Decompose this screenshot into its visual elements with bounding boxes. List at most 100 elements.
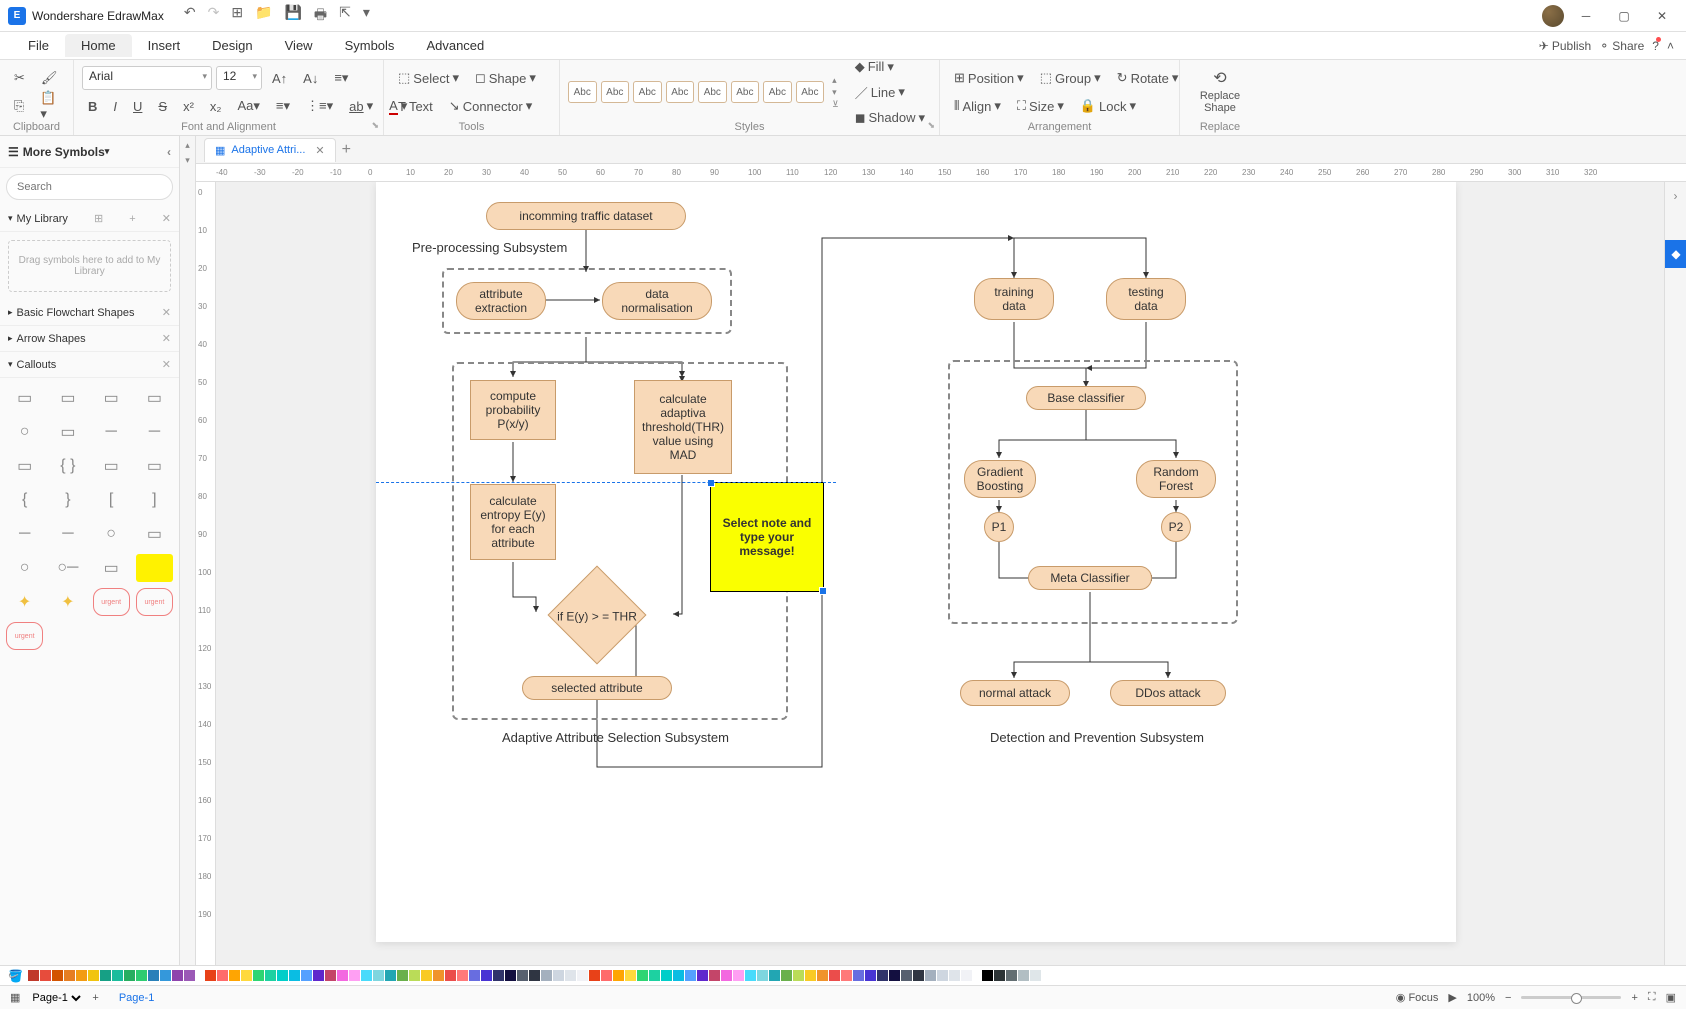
callout-shape[interactable]: ▭: [136, 452, 173, 480]
color-swatch[interactable]: [205, 970, 216, 981]
color-swatch[interactable]: [994, 970, 1005, 981]
style-down-icon[interactable]: ▾: [832, 87, 839, 98]
color-swatch[interactable]: [577, 970, 588, 981]
style-preset-3[interactable]: Abc: [633, 81, 662, 103]
add-page-icon[interactable]: +: [92, 992, 98, 1004]
color-swatch[interactable]: [217, 970, 228, 981]
callout-shape[interactable]: ▭: [93, 452, 130, 480]
color-swatch[interactable]: [313, 970, 324, 981]
color-swatch[interactable]: [529, 970, 540, 981]
callout-pill-shape[interactable]: urgent: [93, 588, 130, 616]
callout-shape[interactable]: ─: [6, 520, 43, 548]
section-basic-flowchart[interactable]: ▸Basic Flowchart Shapes ✕: [0, 300, 179, 326]
focus-button[interactable]: ◉ Focus: [1396, 991, 1439, 1004]
color-swatch[interactable]: [553, 970, 564, 981]
collapse-panel-icon[interactable]: ‹: [167, 145, 171, 159]
callout-shape[interactable]: ]: [136, 486, 173, 514]
color-swatch[interactable]: [301, 970, 312, 981]
callout-shape[interactable]: }: [49, 486, 86, 514]
styles-dialog-launcher[interactable]: ⬊: [927, 120, 935, 131]
color-swatch[interactable]: [637, 970, 648, 981]
pages-icon[interactable]: ▦: [10, 991, 20, 1004]
decrease-font-icon[interactable]: A↓: [297, 68, 324, 89]
callout-shape[interactable]: ▭: [136, 520, 173, 548]
callout-shape[interactable]: ○: [6, 554, 43, 582]
color-swatch[interactable]: [184, 970, 195, 981]
highlight-icon[interactable]: ab▾: [343, 95, 379, 117]
color-swatch[interactable]: [937, 970, 948, 981]
callout-shape[interactable]: {: [6, 486, 43, 514]
style-preset-6[interactable]: Abc: [731, 81, 760, 103]
color-swatch[interactable]: [982, 970, 993, 981]
node-selected-attribute[interactable]: selected attribute: [522, 676, 672, 700]
section-callouts[interactable]: ▾Callouts ✕: [0, 352, 179, 378]
callout-shape[interactable]: ▭: [6, 384, 43, 412]
node-attribute-extraction[interactable]: attribute extraction: [456, 282, 546, 320]
font-size-select[interactable]: 12: [216, 66, 262, 90]
callout-shape[interactable]: ○: [6, 418, 43, 446]
new-icon[interactable]: ⊞: [231, 4, 243, 28]
zoom-out-icon[interactable]: −: [1505, 992, 1511, 1004]
open-icon[interactable]: 📁: [255, 4, 272, 28]
callout-shape[interactable]: ─: [93, 418, 130, 446]
close-button[interactable]: ✕: [1646, 0, 1678, 32]
color-swatch[interactable]: [409, 970, 420, 981]
lock-button[interactable]: 🔒 Lock▾: [1074, 95, 1142, 117]
qat-more-icon[interactable]: ▾: [363, 4, 370, 28]
node-compute-probability[interactable]: compute probability P(x/y): [470, 380, 556, 440]
color-swatch[interactable]: [649, 970, 660, 981]
color-swatch[interactable]: [565, 970, 576, 981]
callout-shape[interactable]: ▭: [136, 384, 173, 412]
color-swatch[interactable]: [100, 970, 111, 981]
line-spacing-icon[interactable]: ≡▾: [270, 95, 296, 117]
color-swatch[interactable]: [373, 970, 384, 981]
fullscreen-icon[interactable]: ▣: [1666, 991, 1676, 1004]
color-swatch[interactable]: [625, 970, 636, 981]
color-swatch[interactable]: [172, 970, 183, 981]
color-swatch[interactable]: [40, 970, 51, 981]
zoom-in-icon[interactable]: +: [1631, 992, 1637, 1004]
panel-down-icon[interactable]: ▾: [185, 155, 190, 166]
color-swatch[interactable]: [124, 970, 135, 981]
callout-shape[interactable]: [: [93, 486, 130, 514]
node-p1[interactable]: P1: [984, 512, 1014, 542]
color-swatch[interactable]: [925, 970, 936, 981]
color-swatch[interactable]: [397, 970, 408, 981]
publish-button[interactable]: ✈ Publish: [1539, 39, 1591, 53]
color-swatch[interactable]: [961, 970, 972, 981]
page-selector[interactable]: Page-1: [28, 991, 84, 1005]
node-random-forest[interactable]: Random Forest: [1136, 460, 1216, 498]
color-swatch[interactable]: [1042, 970, 1053, 981]
style-preset-8[interactable]: Abc: [796, 81, 825, 103]
paste-icon[interactable]: 📋▾: [34, 87, 65, 125]
menu-symbols[interactable]: Symbols: [329, 34, 411, 57]
group-button[interactable]: ⬚ Group▾: [1034, 67, 1107, 89]
share-button[interactable]: ⚬ Share: [1599, 39, 1644, 53]
undo-icon[interactable]: ↶: [184, 4, 196, 28]
style-preset-2[interactable]: Abc: [601, 81, 630, 103]
style-up-icon[interactable]: ▴: [832, 75, 839, 86]
color-swatch[interactable]: [793, 970, 804, 981]
color-swatch[interactable]: [469, 970, 480, 981]
sticky-note-shape[interactable]: [136, 554, 173, 582]
zoom-value[interactable]: 100%: [1467, 992, 1495, 1004]
color-swatch[interactable]: [337, 970, 348, 981]
export-icon[interactable]: ⇱: [339, 4, 351, 28]
close-section-icon[interactable]: ✕: [162, 358, 171, 371]
superscript-icon[interactable]: x²: [177, 96, 200, 117]
node-ddos-attack[interactable]: DDos attack: [1110, 680, 1226, 706]
italic-icon[interactable]: I: [107, 96, 123, 117]
font-family-select[interactable]: Arial: [82, 66, 212, 90]
style-preset-1[interactable]: Abc: [568, 81, 597, 103]
line-button[interactable]: ／ Line▾: [849, 80, 931, 105]
edit-library-icon[interactable]: ⊞: [94, 212, 103, 225]
color-swatch[interactable]: [28, 970, 39, 981]
save-icon[interactable]: 💾: [284, 4, 301, 28]
symbol-panel-title[interactable]: More Symbols: [23, 145, 105, 159]
callout-shape[interactable]: ○: [93, 520, 130, 548]
select-tool[interactable]: ⬚ Select ▾: [392, 67, 465, 89]
color-swatch[interactable]: [1018, 970, 1029, 981]
strike-icon[interactable]: S: [152, 96, 173, 117]
color-swatch[interactable]: [613, 970, 624, 981]
position-button[interactable]: ⊞ Position▾: [948, 67, 1030, 89]
